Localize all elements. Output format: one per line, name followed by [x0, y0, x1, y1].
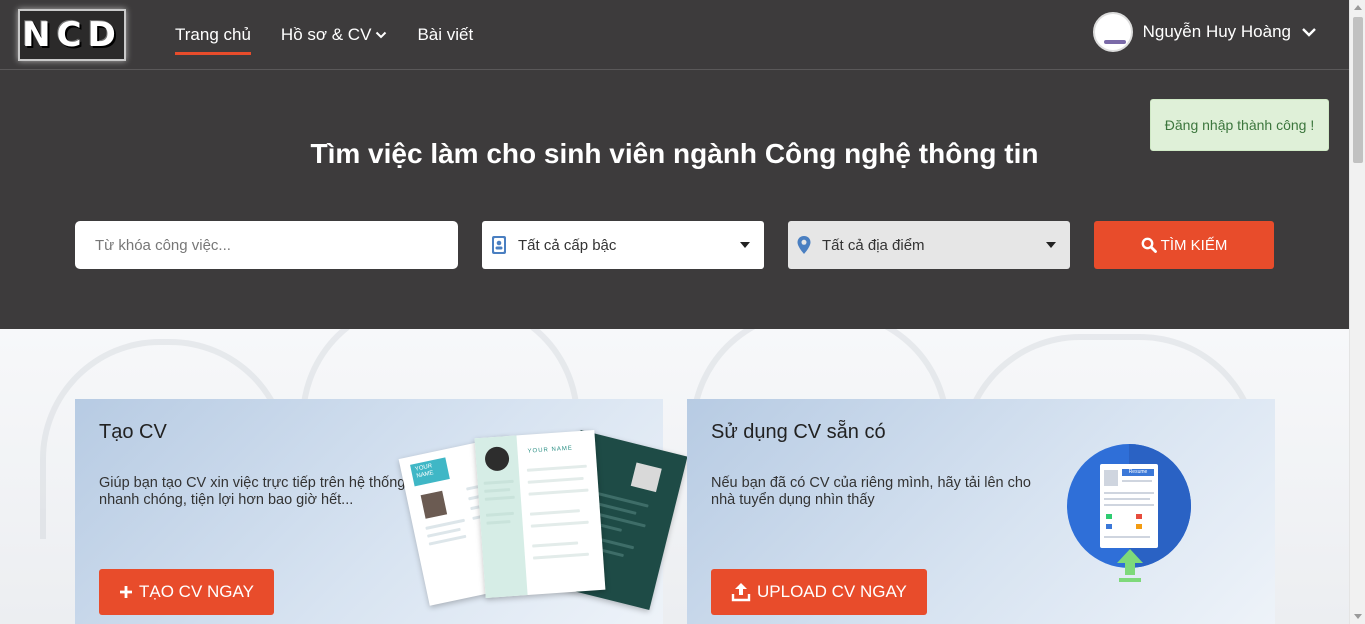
resume-header: Resume — [1122, 469, 1154, 476]
nav-item-profile-cv[interactable]: Hồ sơ & CV — [281, 15, 388, 55]
create-cv-card: Tạo CV Giúp bạn tạo CV xin việc trực tiế… — [75, 399, 688, 624]
nav-item-label: Trang chủ — [175, 25, 251, 44]
card-title: Sử dụng CV sẵn có — [711, 421, 886, 443]
create-cv-button-label: TẠO CV NGAY — [139, 582, 254, 601]
thumb-photo — [630, 462, 662, 493]
location-select-value: Tất cả địa điểm — [822, 236, 925, 254]
plus-icon — [120, 586, 132, 598]
main-nav: Trang chủ Hồ sơ & CV Bài viết — [175, 0, 473, 70]
page-scrollbar[interactable] — [1349, 0, 1365, 624]
cv-template-thumbnail: YOUR NAME — [474, 430, 606, 598]
upload-arrow-icon — [1117, 549, 1143, 582]
hero-section: Đăng nhập thành công ! Tìm việc làm cho … — [0, 70, 1349, 329]
upload-cv-card: Sử dụng CV sẵn có Nếu bạn đã có CV của r… — [687, 399, 1275, 624]
create-cv-button[interactable]: TẠO CV NGAY — [99, 569, 274, 615]
scroll-up-icon[interactable] — [1354, 5, 1362, 10]
id-badge-icon — [492, 236, 506, 254]
upload-cv-button[interactable]: UPLOAD CV NGAY — [711, 569, 927, 615]
search-button-label: TÌM KIẾM — [1160, 236, 1228, 254]
nav-item-articles[interactable]: Bài viết — [417, 15, 473, 55]
chevron-down-icon — [376, 31, 387, 39]
caret-down-icon — [1046, 242, 1056, 248]
user-name: Nguyễn Huy Hoàng — [1142, 22, 1291, 41]
card-description: Giúp bạn tạo CV xin việc trực tiếp trên … — [99, 475, 406, 508]
level-select-value: Tất cả cấp bậc — [518, 236, 617, 254]
card-description: Nếu bạn đã có CV của riêng mình, hãy tải… — [711, 475, 1031, 508]
logo-text: NCD — [22, 15, 122, 55]
upload-cv-button-label: UPLOAD CV NGAY — [757, 582, 907, 601]
location-select[interactable]: Tất cả địa điểm — [788, 221, 1070, 269]
resume-document-icon: Resume — [1100, 464, 1158, 548]
thumb-name-label: YOUR NAME — [410, 457, 450, 487]
caret-down-icon — [740, 242, 750, 248]
avatar — [1092, 12, 1133, 52]
toast-message: Đăng nhập thành công ! — [1164, 117, 1315, 133]
top-navbar: NCD Trang chủ Hồ sơ & CV Bài viết Nguyễn… — [0, 0, 1349, 70]
upload-icon — [731, 583, 751, 602]
level-select[interactable]: Tất cả cấp bậc — [482, 221, 764, 269]
nav-item-label: Hồ sơ & CV — [280, 25, 372, 44]
keyword-input[interactable] — [75, 221, 458, 269]
scrollbar-thumb[interactable] — [1353, 17, 1363, 163]
thumb-name-label: YOUR NAME — [527, 445, 574, 455]
search-button[interactable]: TÌM KIẾM — [1094, 221, 1274, 269]
nav-item-label: Bài viết — [417, 25, 474, 44]
scroll-down-icon[interactable] — [1354, 614, 1362, 619]
search-bar: Tất cả cấp bậc Tất cả địa điểm TÌM KIẾM — [75, 221, 1274, 269]
page-title: Tìm việc làm cho sinh viên ngành Công ng… — [310, 138, 1039, 169]
map-pin-icon — [797, 236, 811, 254]
cv-section: Tạo CV Giúp bạn tạo CV xin việc trực tiế… — [0, 329, 1349, 624]
site-logo[interactable]: NCD — [18, 9, 126, 61]
nav-item-home[interactable]: Trang chủ — [175, 15, 251, 55]
chevron-down-icon — [1302, 28, 1316, 37]
user-menu[interactable]: Nguyễn Huy Hoàng — [1092, 12, 1317, 52]
card-title: Tạo CV — [99, 421, 167, 443]
thumb-photo — [420, 490, 448, 519]
search-icon — [1141, 237, 1157, 253]
